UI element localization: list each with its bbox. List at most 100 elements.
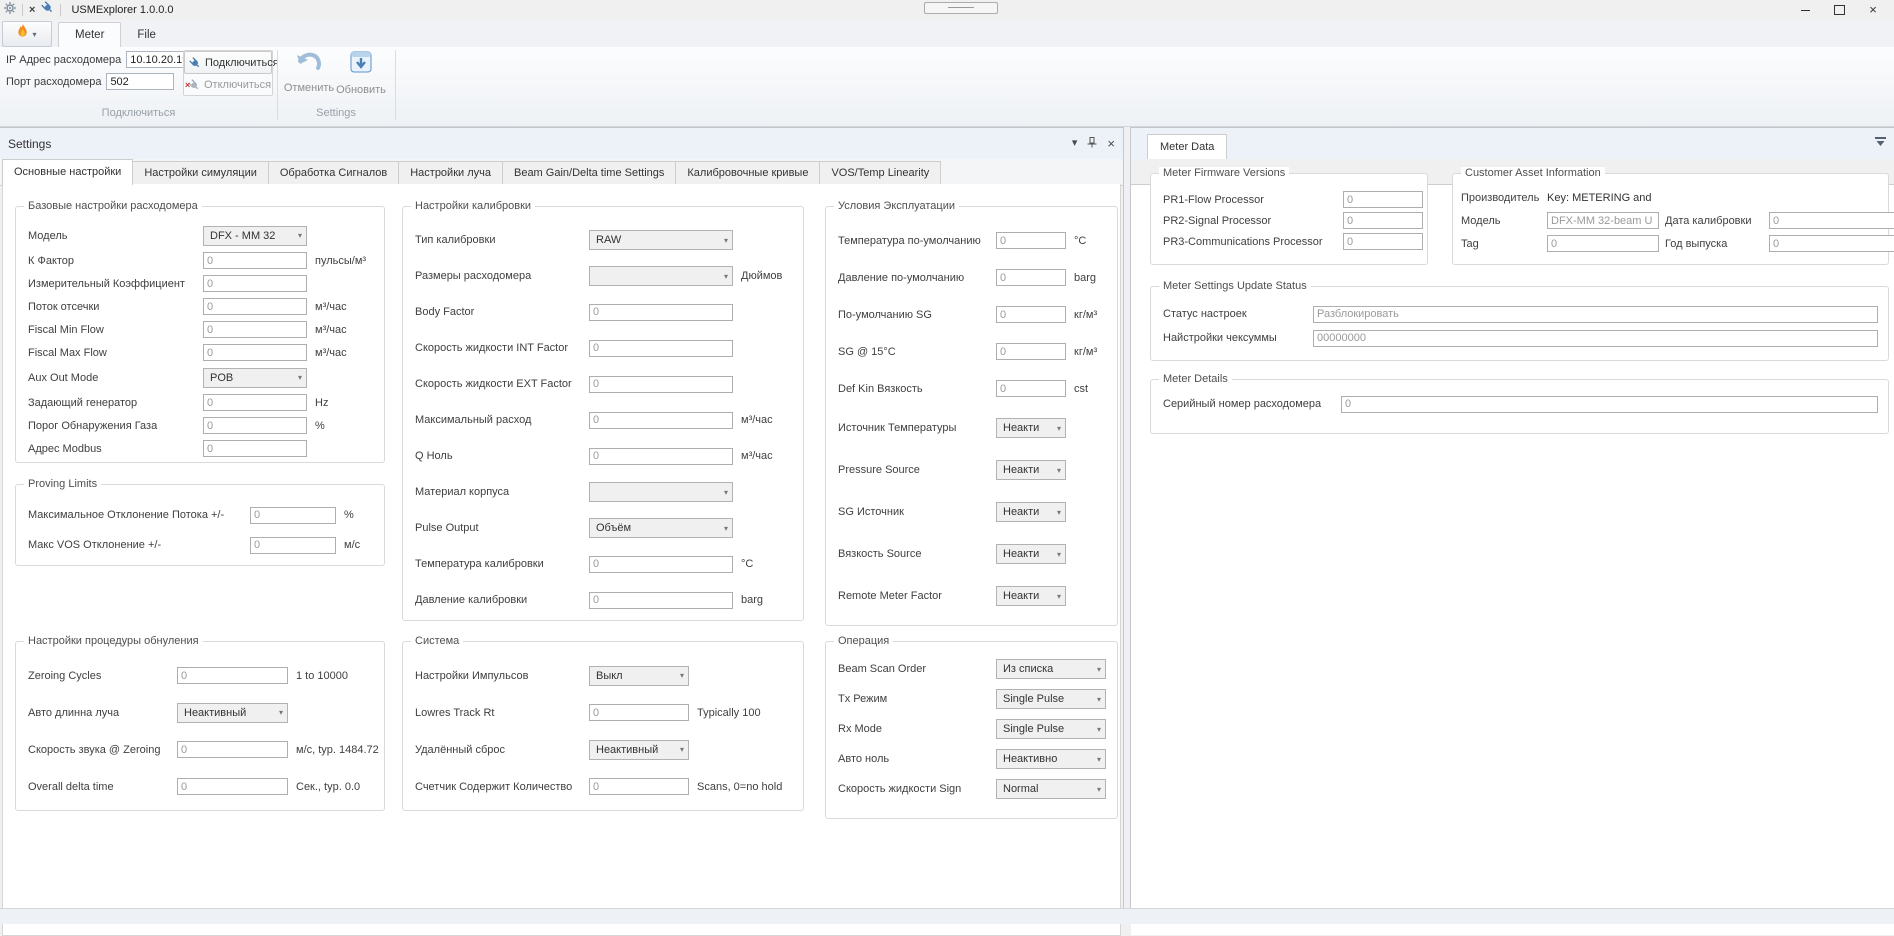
connect-button[interactable]: Подключиться <box>184 51 272 74</box>
field-label: Tx Режим <box>838 693 996 705</box>
delete-icon[interactable]: × <box>29 4 35 16</box>
settings-tab-6[interactable]: Калибровочные кривые <box>675 161 820 185</box>
settings-panel-title: Settings <box>8 137 51 151</box>
panel-splitter[interactable] <box>1123 127 1131 908</box>
gear-icon[interactable] <box>4 1 16 19</box>
minimize-button[interactable] <box>1788 0 1822 20</box>
tag-input[interactable] <box>1547 235 1659 252</box>
settings-checksum-input[interactable] <box>1313 330 1878 347</box>
calibration-pressure-input[interactable] <box>589 592 733 609</box>
group-title: Customer Asset Information <box>1461 167 1605 179</box>
body-factor-input[interactable] <box>589 304 733 321</box>
k-factor-input[interactable] <box>203 252 307 269</box>
field-label: Настройки Импульсов <box>415 670 589 682</box>
zeroing-cycles-input[interactable] <box>177 667 288 684</box>
model-input[interactable] <box>1547 212 1659 229</box>
sound-speed-zeroing-input[interactable] <box>177 741 288 758</box>
aux-out-mode-select[interactable]: POB▾ <box>203 368 307 388</box>
window-grip[interactable] <box>924 2 998 14</box>
pr3-communications-processor-input[interactable] <box>1343 233 1423 250</box>
calibration-date-input[interactable] <box>1769 212 1894 229</box>
settings-tab-2[interactable]: Настройки симуляции <box>132 161 269 185</box>
gas-detection-threshold-input[interactable] <box>203 417 307 434</box>
plug-icon[interactable] <box>41 1 54 19</box>
port-input[interactable] <box>106 73 174 90</box>
refresh-button[interactable]: Обновить <box>337 51 385 109</box>
unit-label: Сек., typ. 0.0 <box>296 781 360 793</box>
def-kin-viscosity-input[interactable] <box>996 380 1066 397</box>
maximize-button[interactable] <box>1822 0 1856 20</box>
default-temperature-input[interactable] <box>996 232 1066 249</box>
liquid-velocity-ext-factor-input[interactable] <box>589 376 733 393</box>
lowres-track-rt-input[interactable] <box>589 704 689 721</box>
default-sg-input[interactable] <box>996 306 1066 323</box>
close-button[interactable]: × <box>1856 0 1890 20</box>
pr2-signal-processor-input[interactable] <box>1343 212 1423 229</box>
ribbon-tab-meter[interactable]: Meter <box>58 22 121 47</box>
auto-beam-length-select[interactable]: Неактивный▾ <box>177 703 288 723</box>
disconnect-button[interactable]: × Отключиться <box>184 74 272 95</box>
remote-meter-factor-select[interactable]: Неакти▾ <box>996 586 1066 606</box>
settings-tab-4[interactable]: Настройки луча <box>398 161 503 185</box>
group-title: Meter Details <box>1159 373 1232 385</box>
beam-scan-order-select[interactable]: Из списка▾ <box>996 659 1106 679</box>
viscosity-source-select[interactable]: Неакти▾ <box>996 544 1066 564</box>
max-flow-deviation-input[interactable] <box>250 507 336 524</box>
panel-position-icon[interactable]: ▾ <box>1072 138 1078 149</box>
remote-reset-select[interactable]: Неактивный▾ <box>589 740 689 760</box>
group-proving-limits: Proving Limits Максимальное Отклонение П… <box>15 484 385 566</box>
year-input[interactable] <box>1769 235 1894 252</box>
ribbon-tab-row: ▾ Meter File <box>0 20 1894 47</box>
calibration-type-select[interactable]: RAW▾ <box>589 230 733 250</box>
overall-delta-time-input[interactable] <box>177 778 288 795</box>
form-row: Overall delta timeСек., typ. 0.0 <box>16 768 384 805</box>
temperature-source-select[interactable]: Неакти▾ <box>996 418 1066 438</box>
ribbon-tab-file[interactable]: File <box>121 23 172 47</box>
auto-zero-select[interactable]: Неактивно▾ <box>996 749 1106 769</box>
undo-button[interactable]: Отменить <box>285 51 333 109</box>
settings-tab-1[interactable]: Основные настройки <box>2 159 133 185</box>
panel-menu-icon[interactable] <box>1875 134 1886 152</box>
sg-at-15c-input[interactable] <box>996 343 1066 360</box>
ribbon-body: IP Адрес расходомера Порт расходомера По… <box>0 47 1894 127</box>
pressure-source-select[interactable]: Неакти▾ <box>996 460 1066 480</box>
fiscal-min-flow-input[interactable] <box>203 321 307 338</box>
application-menu-button[interactable]: ▾ <box>2 21 52 47</box>
group-calibration-settings: Настройки калибровки Тип калибровкиRAW▾Р… <box>402 206 804 621</box>
form-row: Температура по-умолчанию°C <box>826 222 1117 259</box>
settings-tab-3[interactable]: Обработка Сигналов <box>268 161 399 185</box>
group-customer-asset-information: Customer Asset Information Производитель… <box>1452 173 1889 265</box>
group-title: Система <box>411 635 463 647</box>
field-label: Скорость жидкости INT Factor <box>415 342 589 354</box>
default-pressure-input[interactable] <box>996 269 1066 286</box>
fiscal-max-flow-input[interactable] <box>203 344 307 361</box>
cutoff-flow-input[interactable] <box>203 298 307 315</box>
measuring-coefficient-input[interactable] <box>203 275 307 292</box>
pr1-flow-processor-input[interactable] <box>1343 191 1423 208</box>
settings-tab-5[interactable]: Beam Gain/Delta time Settings <box>502 161 676 185</box>
settings-status-input[interactable] <box>1313 306 1878 323</box>
sg-source-select[interactable]: Неакти▾ <box>996 502 1066 522</box>
model-select[interactable]: DFX - MM 32▾ <box>203 226 307 246</box>
tab-meter-data[interactable]: Meter Data <box>1147 134 1227 159</box>
liquid-velocity-int-factor-input[interactable] <box>589 340 733 357</box>
pulse-output-select[interactable]: Объём▾ <box>589 518 733 538</box>
body-material-select[interactable]: ▾ <box>589 482 733 502</box>
max-flow-rate-input[interactable] <box>589 412 733 429</box>
close-icon[interactable]: × <box>1107 138 1115 149</box>
calibration-temperature-input[interactable] <box>589 556 733 573</box>
rx-mode-select[interactable]: Single Pulse▾ <box>996 719 1106 739</box>
meter-size-select[interactable]: ▾ <box>589 266 733 286</box>
serial-number-input[interactable] <box>1341 396 1878 413</box>
liquid-velocity-sign-select[interactable]: Normal▾ <box>996 779 1106 799</box>
master-generator-input[interactable] <box>203 394 307 411</box>
modbus-address-input[interactable] <box>203 440 307 457</box>
counter-hold-count-input[interactable] <box>589 778 689 795</box>
max-vos-deviation-input[interactable] <box>250 537 336 554</box>
pulse-settings-select[interactable]: Выкл▾ <box>589 666 689 686</box>
settings-tab-7[interactable]: VOS/Temp Linearity <box>819 161 941 185</box>
q-zero-input[interactable] <box>589 448 733 465</box>
form-row: Тип калибровкиRAW▾ <box>403 222 803 258</box>
tx-mode-select[interactable]: Single Pulse▾ <box>996 689 1106 709</box>
pin-icon[interactable] <box>1087 137 1097 151</box>
